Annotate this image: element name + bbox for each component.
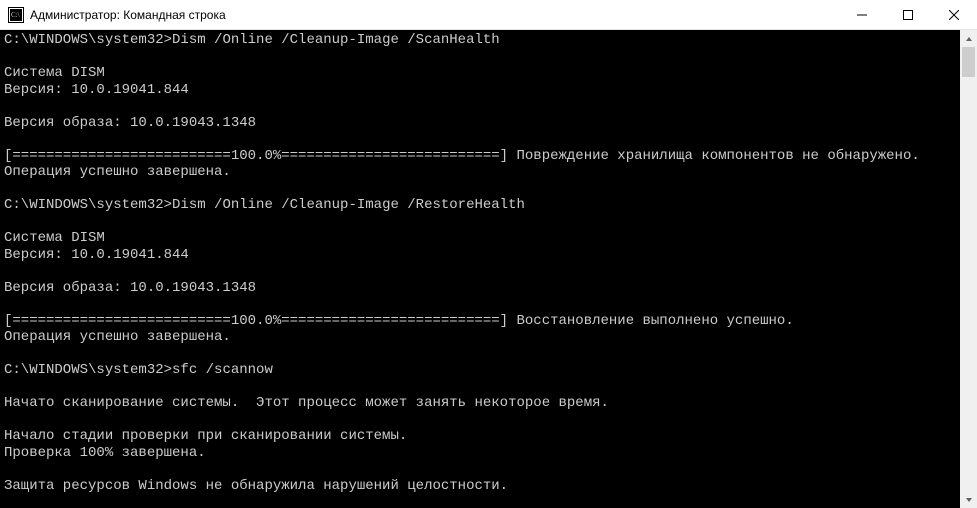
progress-line: [==========================100.0%=======… bbox=[4, 148, 920, 164]
command-text: Dism /Online /Cleanup-Image /ScanHealth bbox=[172, 32, 500, 48]
svg-text:C:\: C:\ bbox=[11, 11, 20, 19]
minimize-button[interactable] bbox=[839, 0, 885, 29]
console-area: C:\WINDOWS\system32>Dism /Online /Cleanu… bbox=[0, 30, 977, 508]
output-line: Версия: 10.0.19041.844 bbox=[4, 247, 189, 263]
close-button[interactable] bbox=[931, 0, 977, 29]
window-controls bbox=[839, 0, 977, 29]
output-line: Версия: 10.0.19041.844 bbox=[4, 82, 189, 98]
output-line: Начато сканирование системы. Этот процес… bbox=[4, 395, 609, 411]
prompt: C:\WINDOWS\system32> bbox=[4, 362, 172, 378]
output-line: Версия образа: 10.0.19043.1348 bbox=[4, 115, 256, 131]
scroll-down-button[interactable] bbox=[960, 491, 977, 508]
maximize-button[interactable] bbox=[885, 0, 931, 29]
cmd-icon: C:\ bbox=[8, 7, 24, 23]
command-text: Dism /Online /Cleanup-Image /RestoreHeal… bbox=[172, 197, 525, 213]
progress-line: [==========================100.0%=======… bbox=[4, 313, 794, 329]
output-line: Операция успешно завершена. bbox=[4, 329, 231, 345]
scroll-up-button[interactable] bbox=[960, 30, 977, 47]
terminal-output[interactable]: C:\WINDOWS\system32>Dism /Online /Cleanu… bbox=[0, 30, 960, 508]
window-title: Администратор: Командная строка bbox=[30, 8, 839, 22]
output-line: Защита ресурсов Windows не обнаружила на… bbox=[4, 478, 508, 494]
prompt: C:\WINDOWS\system32> bbox=[4, 32, 172, 48]
output-line: Проверка 100% завершена. bbox=[4, 445, 206, 461]
scrollbar-thumb[interactable] bbox=[962, 47, 975, 77]
vertical-scrollbar[interactable] bbox=[960, 30, 977, 508]
output-line: Cистема DISM bbox=[4, 230, 105, 246]
output-line: Cистема DISM bbox=[4, 65, 105, 81]
command-text: sfc /scannow bbox=[172, 362, 273, 378]
window-titlebar: C:\ Администратор: Командная строка bbox=[0, 0, 977, 30]
output-line: Версия образа: 10.0.19043.1348 bbox=[4, 280, 256, 296]
prompt: C:\WINDOWS\system32> bbox=[4, 197, 172, 213]
output-line: Начало стадии проверки при сканировании … bbox=[4, 428, 407, 444]
output-line: Операция успешно завершена. bbox=[4, 164, 231, 180]
